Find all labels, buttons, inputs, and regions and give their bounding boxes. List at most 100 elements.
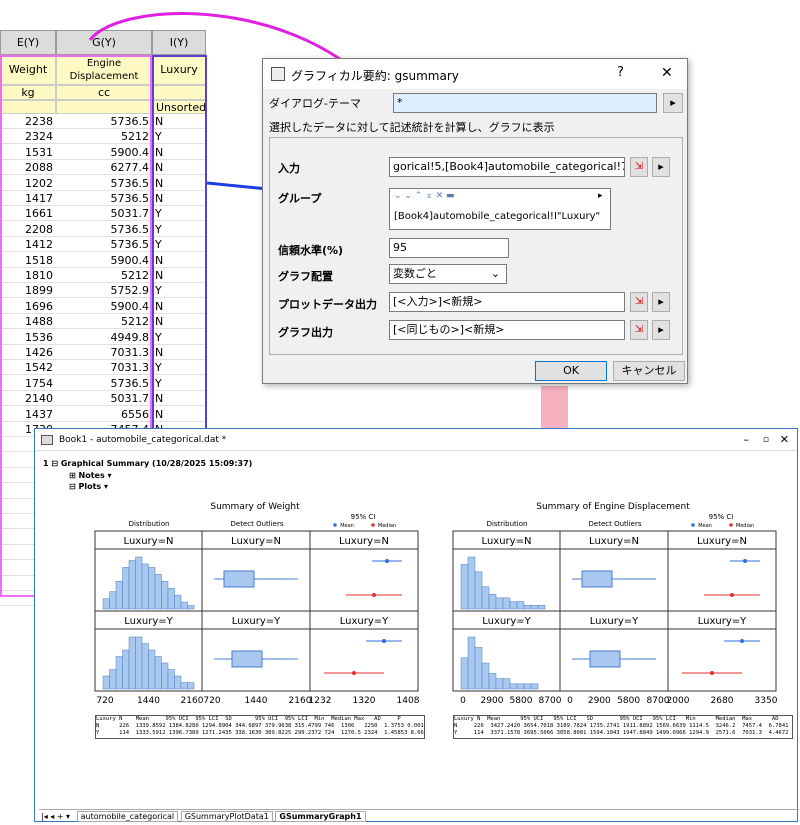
median-legend-marker: [729, 523, 733, 527]
ci-legend-title: 95% CI: [709, 513, 734, 521]
histogram-bar: [122, 567, 130, 610]
median-legend-marker: [371, 523, 375, 527]
gsummary-dialog: グラフィカル要約: gsummary ? ✕ ダイアログ-テーマ * ▸ 選択し…: [262, 58, 688, 384]
stats-table-weight: Luxury N Mean 95% UCI 95% LCI SD 95% UCI…: [95, 715, 425, 739]
histogram-bar: [495, 678, 504, 690]
panel-label-n: Luxury=N: [589, 536, 639, 547]
cancel-button[interactable]: キャンセル: [613, 361, 685, 381]
median-marker: [372, 593, 376, 597]
median-marker: [352, 671, 356, 675]
histogram-bar: [488, 593, 497, 610]
plotdata-input[interactable]: [<入力>]<新規>: [389, 292, 625, 312]
histogram-bar: [167, 587, 175, 610]
dialog-titlebar: グラフィカル要約: gsummary ? ✕: [263, 59, 687, 89]
mean-legend-label: Mean: [698, 523, 712, 529]
histogram-bar: [161, 662, 169, 690]
histogram-bar: [530, 605, 539, 610]
tab-graph[interactable]: GSummaryGraph1: [275, 811, 366, 822]
histogram-bar: [467, 556, 476, 610]
histogram-bar: [460, 564, 469, 610]
group-box[interactable]: ⌄ ⌄ ⌃ ⌅ ✕ ▬ ▸ [Book4]automobile_categori…: [389, 188, 611, 230]
median-legend-label: Median: [736, 523, 754, 529]
select-range-icon[interactable]: ⇲: [630, 157, 648, 177]
col-title-outliers: Detect Outliers: [231, 520, 284, 528]
help-button[interactable]: ?: [617, 65, 624, 80]
histogram-bar: [141, 563, 149, 610]
ok-button[interactable]: OK: [535, 361, 607, 381]
mean-marker: [385, 559, 389, 563]
select-range-icon[interactable]: ⇲: [630, 292, 648, 312]
histogram-bar: [174, 675, 182, 690]
mean-marker: [740, 639, 744, 643]
mean-legend-label: Mean: [340, 523, 354, 529]
histogram-bar: [537, 605, 546, 610]
histogram-bar: [174, 594, 182, 610]
group-toolbar-icons[interactable]: ⌄ ⌄ ⌃ ⌅ ✕ ▬: [394, 191, 455, 201]
box: [223, 570, 255, 588]
box: [589, 650, 621, 668]
tick-label-distribution: 2900: [481, 696, 504, 706]
tick-label-ci: 3350: [755, 696, 778, 706]
tick-label-ci: 1232: [309, 696, 332, 706]
panel-label-y: Luxury=Y: [340, 616, 389, 627]
histogram-bar: [167, 669, 175, 690]
input-menu-button[interactable]: ▸: [652, 157, 670, 177]
theme-select[interactable]: *: [393, 93, 657, 113]
histogram-bar: [530, 683, 539, 690]
plotdata-menu-button[interactable]: ▸: [652, 292, 670, 312]
panel-label-y: Luxury=Y: [482, 616, 531, 627]
input-field[interactable]: gorical!5,[Book4]automobile_categorical!…: [389, 157, 625, 177]
histogram-bar: [148, 567, 156, 610]
mean-legend-marker: [691, 523, 695, 527]
histogram-bar: [488, 673, 497, 690]
histogram-bar: [135, 556, 143, 610]
layout-select[interactable]: 変数ごと ⌄: [389, 264, 507, 284]
histogram-bar: [128, 636, 136, 690]
histogram-bar: [102, 675, 110, 690]
histogram-bar: [180, 682, 188, 690]
tick-label-distribution: 5800: [510, 696, 533, 706]
tick-label-distribution: 8700: [539, 696, 562, 706]
tick-label-distribution: 2160: [181, 696, 204, 706]
tick-label-ci: 2000: [667, 696, 690, 706]
tick-label-outliers: 5800: [617, 696, 640, 706]
graph-output-input[interactable]: [<同じもの>]<新規>: [389, 320, 625, 340]
median-legend-label: Median: [378, 523, 396, 529]
panel-label-y: Luxury=Y: [232, 616, 281, 627]
layout-label: グラフ配置: [278, 270, 333, 283]
histogram-bar: [154, 656, 162, 690]
graph-output-menu-button[interactable]: ▸: [652, 320, 670, 340]
median-marker: [710, 671, 714, 675]
stats-table-engine: Luxury N Mean 95% UCI 95% LCI SD 95% UCI…: [453, 715, 793, 739]
tab-plotdata[interactable]: GSummaryPlotData1: [180, 811, 273, 822]
histogram-bar: [523, 683, 532, 690]
app-icon: [271, 67, 285, 81]
histogram-bar: [502, 678, 511, 690]
conf-input[interactable]: 95: [389, 238, 509, 258]
mean-marker: [382, 639, 386, 643]
tick-label-outliers: 2900: [588, 696, 611, 706]
histogram-bar: [154, 574, 162, 610]
select-range-icon[interactable]: ⇲: [630, 320, 648, 340]
histogram-bar: [460, 657, 469, 690]
histogram-bar: [187, 605, 195, 610]
histogram-bar: [509, 683, 518, 690]
graph-output-label: グラフ出力: [278, 326, 333, 339]
conf-label: 信頼水準(%): [278, 244, 344, 257]
dialog-description: 選択したデータに対して記述統計を計算し、グラフに表示: [269, 121, 555, 134]
close-button[interactable]: ✕: [661, 65, 673, 81]
panel-label-y: Luxury=Y: [590, 616, 639, 627]
group-expand-icon[interactable]: ▸: [598, 191, 603, 201]
tab-nav-icons[interactable]: |◂ ◂ + ▾: [39, 812, 70, 821]
tab-automobile[interactable]: automobile_categorical: [76, 811, 179, 822]
histogram-bar: [516, 683, 525, 690]
histogram-bar: [109, 591, 117, 610]
dialog-title: グラフィカル要約: gsummary: [291, 69, 459, 83]
tick-label-outliers: 1440: [245, 696, 268, 706]
tick-label-ci: 1408: [397, 696, 420, 706]
tick-label-outliers: 720: [203, 696, 220, 706]
theme-menu-button[interactable]: ▸: [663, 93, 683, 113]
theme-label: ダイアログ-テーマ: [269, 97, 361, 110]
tick-label-outliers: 0: [567, 696, 573, 706]
histogram-bar: [467, 636, 476, 690]
